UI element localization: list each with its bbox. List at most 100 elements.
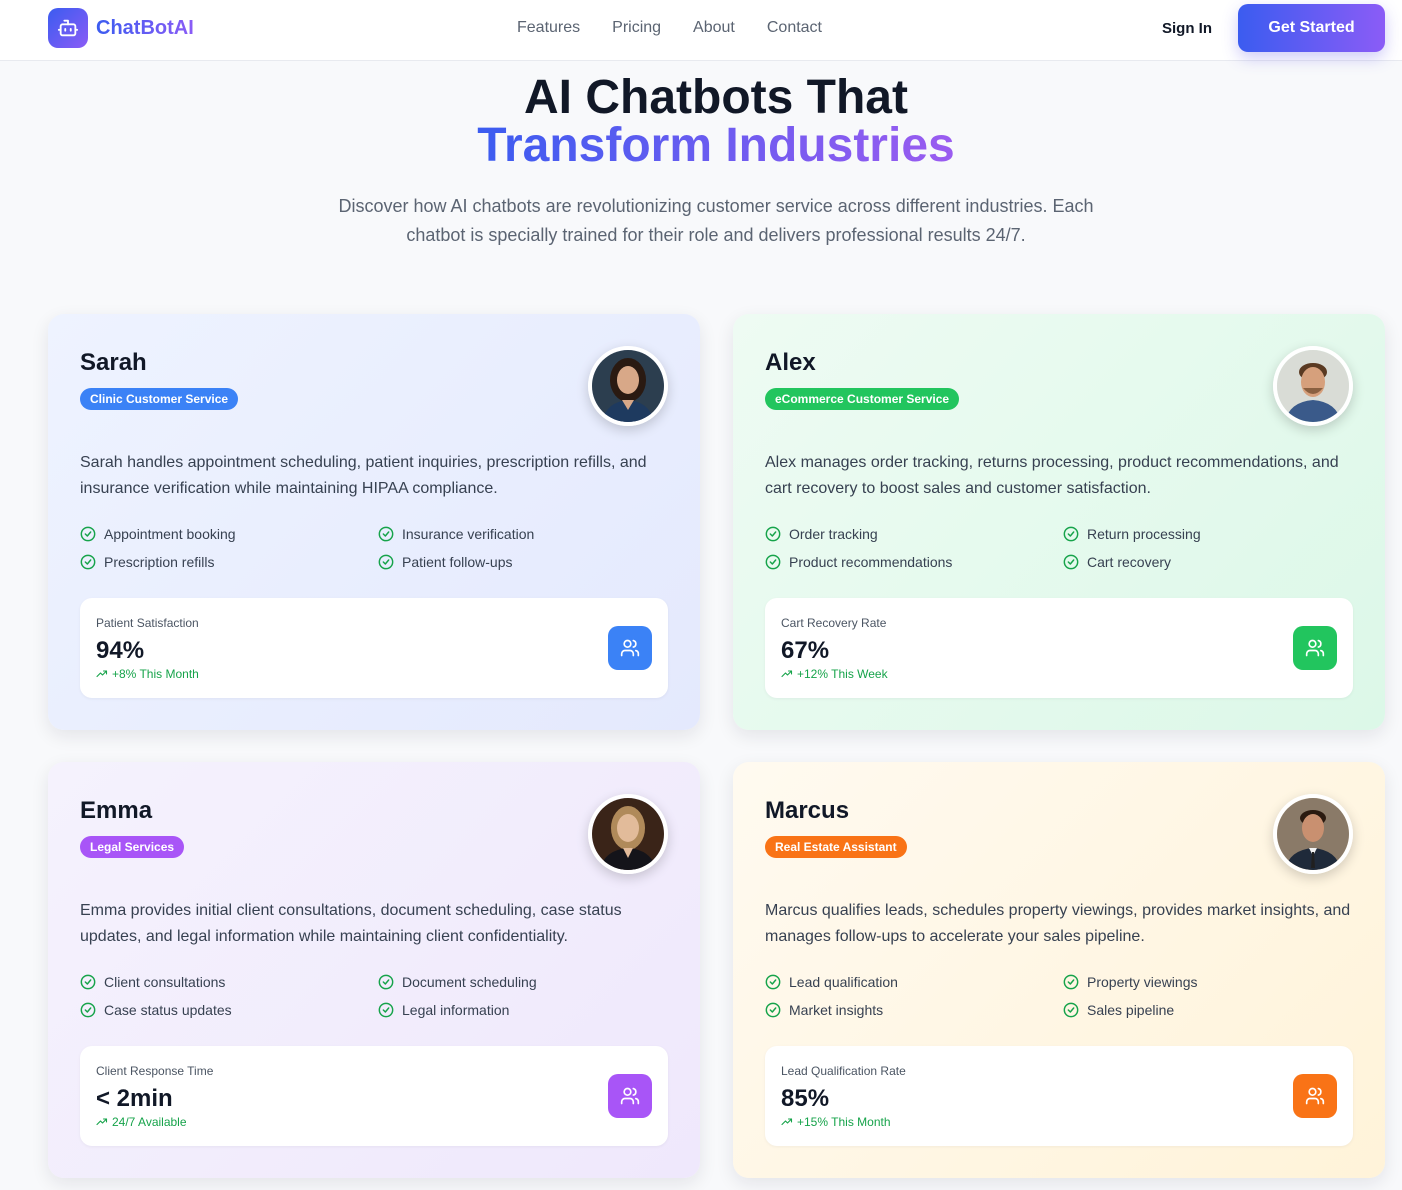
feature-label: Insurance verification (402, 526, 535, 542)
check-circle-icon (80, 974, 96, 990)
feature-label: Client consultations (104, 974, 226, 990)
check-circle-icon (80, 1002, 96, 1018)
trending-up-icon (96, 670, 108, 678)
feature-item: Market insights (765, 1002, 883, 1018)
check-circle-icon (1063, 1002, 1079, 1018)
stat-trend-text: +12% This Week (797, 667, 888, 681)
check-circle-icon (765, 1002, 781, 1018)
stat-trend-text: +8% This Month (112, 667, 199, 681)
stat-trend-text: 24/7 Available (112, 1115, 187, 1129)
stat-panel: Patient Satisfaction 94% +8% This Month (80, 598, 668, 698)
chatbot-card-sarah: Sarah Clinic Customer Service Sarah hand… (48, 314, 700, 730)
chatbot-card-alex: Alex eCommerce Customer Service Alex man… (733, 314, 1385, 730)
hero-subtitle: Discover how AI chatbots are revolutioni… (338, 196, 1094, 245)
hero-title-gradient-text: Transform Industries (477, 119, 955, 172)
stat-panel: Lead Qualification Rate 85% +15% This Mo… (765, 1046, 1353, 1146)
stat-value: < 2min (96, 1085, 173, 1112)
feature-label: Property viewings (1087, 974, 1198, 990)
nav-link-features[interactable]: Features (517, 19, 580, 37)
feature-label: Product recommendations (789, 554, 953, 570)
feature-item: Legal information (378, 1002, 509, 1018)
feature-label: Lead qualification (789, 974, 898, 990)
feature-item: Patient follow-ups (378, 554, 513, 570)
avatar-alex (1273, 346, 1353, 426)
trending-up-icon (781, 670, 793, 678)
check-circle-icon (378, 974, 394, 990)
main-nav: Features Pricing About Contact (517, 19, 854, 37)
sign-in-link[interactable]: Sign In (1162, 20, 1212, 37)
feature-label: Order tracking (789, 526, 878, 542)
check-circle-icon (1063, 554, 1079, 570)
check-circle-icon (80, 526, 96, 542)
check-circle-icon (378, 1002, 394, 1018)
card-name: Emma (80, 797, 153, 824)
feature-item: Lead qualification (765, 974, 898, 990)
nav-link-pricing[interactable]: Pricing (612, 19, 661, 37)
card-name: Sarah (80, 349, 147, 376)
stat-panel: Cart Recovery Rate 67% +12% This Week (765, 598, 1353, 698)
hero-title-line2: Transform Industries (0, 118, 1402, 174)
check-circle-icon (765, 554, 781, 570)
check-circle-icon (765, 526, 781, 542)
card-name: Marcus (765, 797, 850, 824)
feature-item: Document scheduling (378, 974, 537, 990)
trending-up-icon (781, 1118, 793, 1126)
trending-up-icon (96, 1118, 108, 1126)
feature-item: Return processing (1063, 526, 1201, 542)
users-icon[interactable] (1293, 626, 1337, 670)
stat-value: 85% (781, 1085, 830, 1112)
stat-value: 94% (96, 637, 145, 664)
stat-trend-text: +15% This Month (797, 1115, 891, 1129)
feature-item: Order tracking (765, 526, 878, 542)
card-description: Sarah handles appointment scheduling, pa… (80, 454, 647, 497)
card-description: Marcus qualifies leads, schedules proper… (765, 902, 1351, 945)
card-name: Alex (765, 349, 816, 376)
stat-value: 67% (781, 637, 830, 664)
check-circle-icon (80, 554, 96, 570)
stat-label: Client Response Time (96, 1064, 214, 1078)
stat-label: Cart Recovery Rate (781, 616, 887, 630)
stat-label: Lead Qualification Rate (781, 1064, 906, 1078)
feature-label: Document scheduling (402, 974, 537, 990)
feature-label: Legal information (402, 1002, 510, 1018)
feature-item: Insurance verification (378, 526, 534, 542)
nav-link-contact[interactable]: Contact (767, 19, 822, 37)
role-badge: eCommerce Customer Service (765, 388, 960, 410)
check-circle-icon (378, 526, 394, 542)
card-description: Emma provides initial client consultatio… (80, 902, 622, 945)
stat-trend: +15% This Month (781, 1115, 891, 1129)
stat-trend: 24/7 Available (96, 1115, 187, 1129)
feature-item: Product recommendations (765, 554, 952, 570)
feature-label: Case status updates (104, 1002, 232, 1018)
feature-item: Cart recovery (1063, 554, 1171, 570)
brand-name: ChatBotAI (96, 16, 194, 39)
role-badge: Legal Services (80, 836, 185, 858)
feature-item: Case status updates (80, 1002, 232, 1018)
nav-link-about[interactable]: About (693, 19, 735, 37)
chatbot-card-emma: Emma Legal Services Emma provides initia… (48, 762, 700, 1178)
avatar-emma (588, 794, 668, 874)
users-icon[interactable] (1293, 1074, 1337, 1118)
top-navbar: ChatBotAI Features Pricing About Contact… (0, 0, 1402, 61)
users-icon[interactable] (608, 1074, 652, 1118)
check-circle-icon (765, 974, 781, 990)
stat-trend: +12% This Week (781, 667, 888, 681)
feature-item: Sales pipeline (1063, 1002, 1174, 1018)
brand-logo[interactable]: ChatBotAI (48, 8, 194, 48)
feature-label: Cart recovery (1087, 554, 1172, 570)
feature-label: Appointment booking (104, 526, 236, 542)
check-circle-icon (1063, 526, 1079, 542)
users-icon[interactable] (608, 626, 652, 670)
feature-item: Prescription refills (80, 554, 214, 570)
stat-trend: +8% This Month (96, 667, 199, 681)
avatar-sarah (588, 346, 668, 426)
feature-label: Patient follow-ups (402, 554, 513, 570)
check-circle-icon (1063, 974, 1079, 990)
feature-label: Return processing (1087, 526, 1201, 542)
feature-item: Appointment booking (80, 526, 236, 542)
card-description: Alex manages order tracking, returns pro… (765, 454, 1339, 497)
role-badge: Clinic Customer Service (80, 388, 239, 410)
feature-label: Market insights (789, 1002, 884, 1018)
get-started-button[interactable]: Get Started (1238, 4, 1385, 52)
feature-item: Client consultations (80, 974, 225, 990)
